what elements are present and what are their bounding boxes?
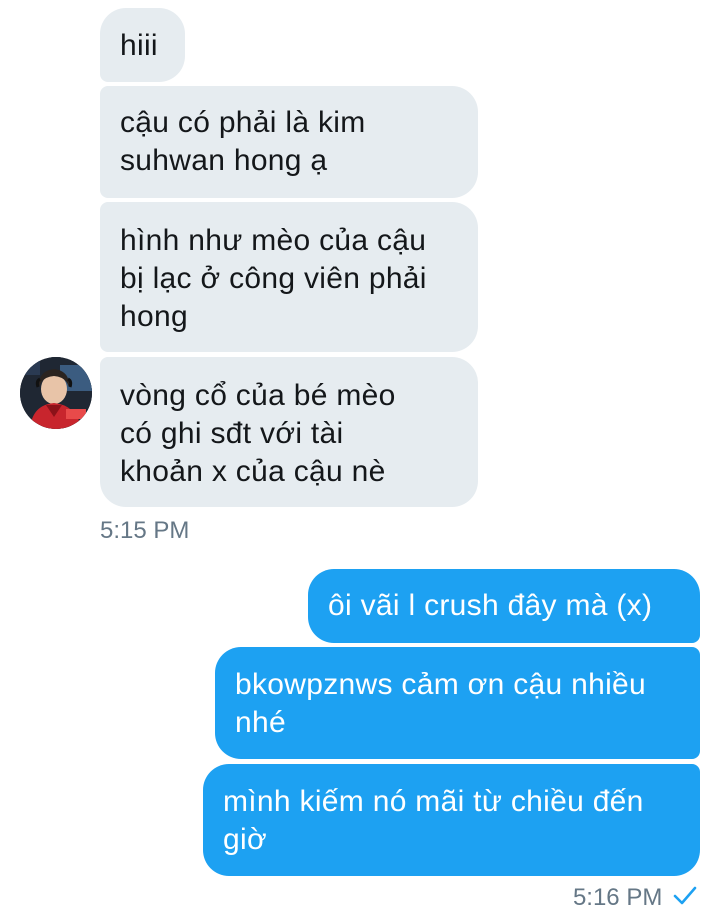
message-text: cậu có phải là kim <box>120 106 366 139</box>
message-text: bị lạc ở công viên phải <box>120 262 427 295</box>
message-text: vòng cổ của bé mèo <box>120 379 396 412</box>
received-message-bubble[interactable]: hiii <box>100 8 185 82</box>
received-message-bubble[interactable]: cậu có phải là kim suhwan hong ạ <box>100 86 478 198</box>
message-text: hong <box>120 300 188 333</box>
received-timestamp: 5:15 PM <box>100 517 190 544</box>
message-text: giờ <box>223 823 267 856</box>
message-text: mình kiếm nó mãi từ chiều đến <box>223 785 644 818</box>
sent-message-bubble[interactable]: mình kiếm nó mãi từ chiều đến giờ <box>203 764 700 876</box>
sent-message-bubble[interactable]: ôi vãi l crush đây mà (x) <box>308 569 700 643</box>
sent-timestamp: 5:16 PM <box>572 884 663 911</box>
user-avatar[interactable] <box>20 357 92 429</box>
message-text: nhé <box>235 706 286 739</box>
message-text: khoản x của cậu nè <box>120 455 386 488</box>
message-text: hiii <box>120 29 158 62</box>
message-text: suhwan hong ạ <box>120 144 328 177</box>
message-text: có ghi sđt với tài <box>120 417 344 450</box>
message-text: ôi vãi l crush đây mà (x) <box>328 589 653 622</box>
message-text: hình như mèo của cậu <box>120 224 427 257</box>
sent-message-bubble[interactable]: bkowpznws cảm ơn cậu nhiều nhé <box>215 647 700 759</box>
received-message-bubble[interactable]: vòng cổ của bé mèo có ghi sđt với tài kh… <box>100 357 478 507</box>
sent-timestamp-row: 5:16 PM <box>573 884 697 913</box>
message-text: bkowpznws cảm ơn cậu nhiều <box>235 668 647 701</box>
received-message-bubble[interactable]: hình như mèo của cậu bị lạc ở công viên … <box>100 202 478 352</box>
avatar-photo <box>20 357 92 429</box>
checkmark-icon <box>673 885 697 913</box>
